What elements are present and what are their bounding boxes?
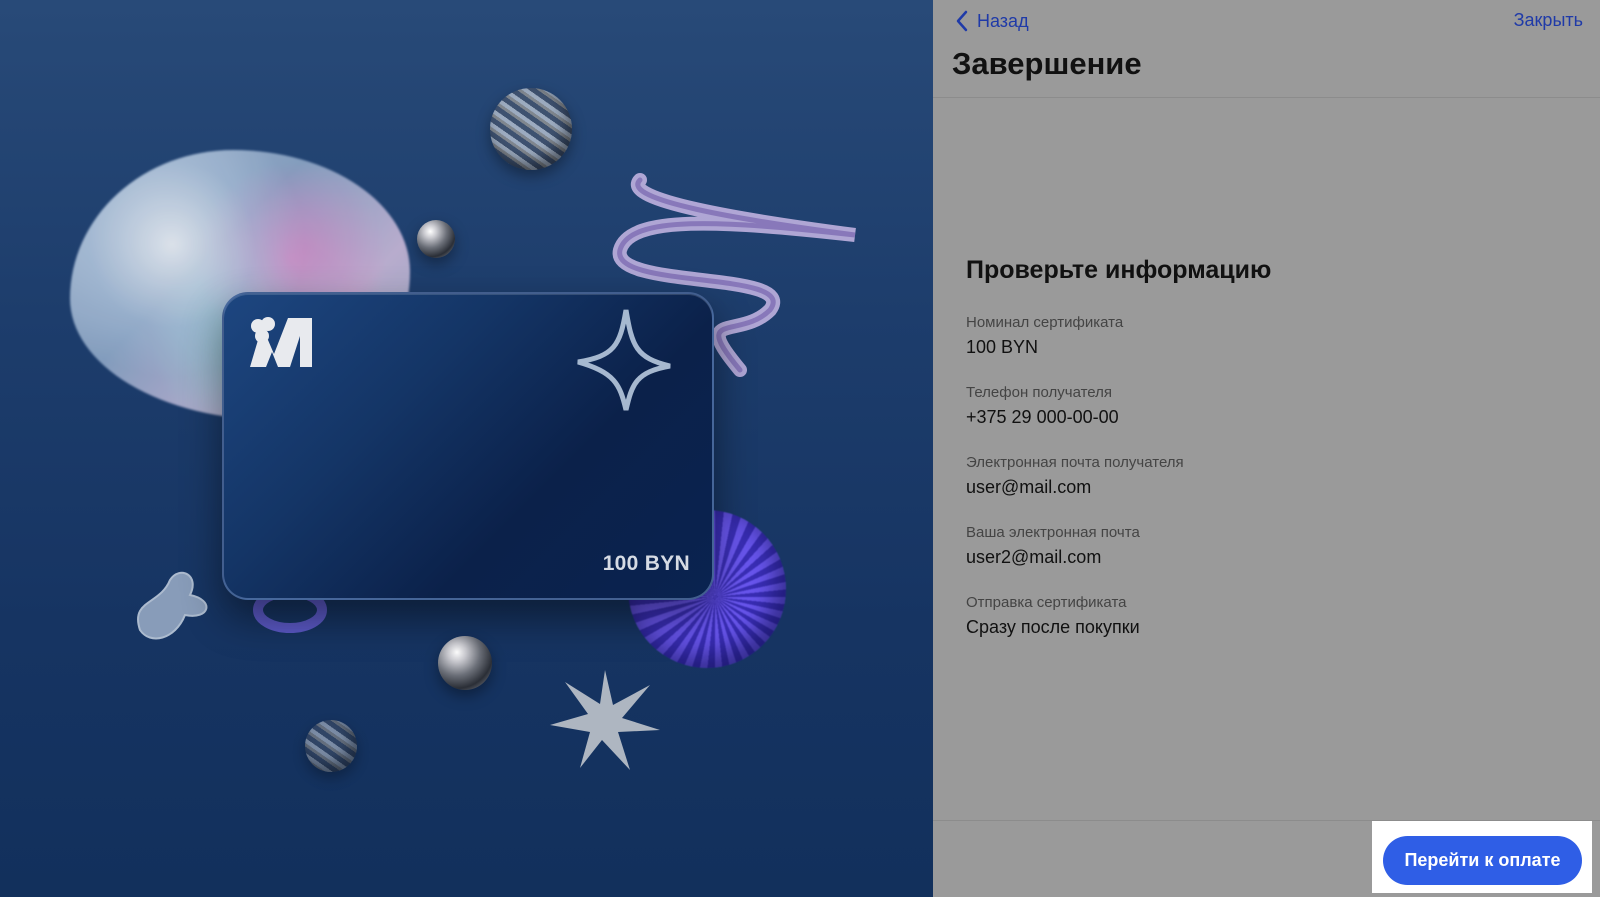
glass-cross-decoration: [137, 571, 208, 640]
back-button-label: Назад: [977, 10, 1029, 31]
glass-sphere-decoration: [490, 88, 572, 170]
summary-section: Проверьте информацию Номинал сертификата…: [966, 256, 1566, 663]
back-button[interactable]: Назад: [955, 8, 1029, 34]
card-amount: 100 BYN: [602, 552, 690, 575]
proceed-to-payment-button[interactable]: Перейти к оплате: [1383, 836, 1582, 885]
field-label: Ваша электронная почта: [966, 524, 1140, 541]
checkout-panel: Назад Закрыть Завершение Проверьте инфор…: [933, 0, 1600, 897]
field-value: user@mail.com: [966, 477, 1092, 497]
field-value: user2@mail.com: [966, 547, 1102, 567]
field-value: Сразу после покупки: [966, 617, 1140, 637]
chevron-left-icon: [956, 10, 968, 32]
gift-card-preview-panel: 100 BYN: [0, 0, 933, 897]
metal-sphere-decoration: [438, 636, 492, 690]
star-burst-decoration: [550, 670, 660, 770]
field-certificate-amount: Номинал сертификата 100 BYN: [966, 313, 1566, 361]
summary-title: Проверьте информацию: [966, 256, 1272, 284]
gift-card: 100 BYN: [222, 292, 714, 600]
field-delivery-time: Отправка сертификата Сразу после покупки: [966, 593, 1566, 641]
field-recipient-email: Электронная почта получателя user@mail.c…: [966, 453, 1566, 501]
field-label: Электронная почта получателя: [966, 454, 1184, 471]
glass-sphere-decoration: [305, 720, 357, 772]
field-value: 100 BYN: [966, 337, 1039, 357]
page-title: Завершение: [952, 46, 1142, 81]
metal-sphere-decoration: [417, 220, 455, 258]
sparkle-star-icon: [577, 309, 671, 411]
field-value: +375 29 000-00-00: [966, 407, 1119, 427]
field-sender-email: Ваша электронная почта user2@mail.com: [966, 523, 1566, 571]
field-label: Номинал сертификата: [966, 314, 1124, 331]
close-button[interactable]: Закрыть: [1514, 10, 1583, 31]
field-label: Телефон получателя: [966, 384, 1113, 401]
panel-footer: Перейти к оплате: [933, 820, 1600, 897]
brand-logo-icon: [250, 317, 312, 367]
field-label: Отправка сертификата: [966, 594, 1127, 611]
panel-header: Назад Закрыть Завершение: [933, 0, 1600, 98]
field-recipient-phone: Телефон получателя +375 29 000-00-00: [966, 383, 1566, 431]
